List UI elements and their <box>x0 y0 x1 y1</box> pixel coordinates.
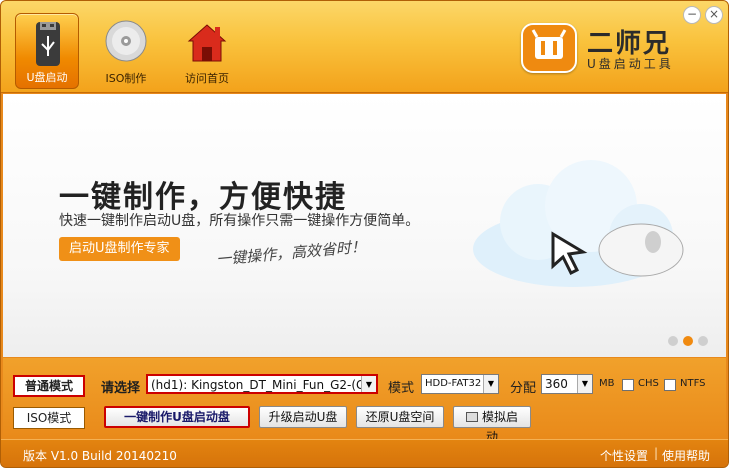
nav-homepage-label: 访问首页 <box>185 72 229 85</box>
upgrade-boot-button[interactable]: 升级启动U盘 <box>259 406 347 428</box>
cd-disc-icon <box>105 20 147 62</box>
partition-select[interactable]: 360 ▼ <box>541 374 593 394</box>
monitor-icon <box>465 412 478 422</box>
mode-select-value: HDD-FAT32 <box>425 378 482 389</box>
tab-iso-mode[interactable]: ISO模式 <box>13 407 85 429</box>
brand-subtitle: U盘启动工具 <box>587 57 674 71</box>
nav-iso[interactable]: ISO制作 <box>94 13 158 89</box>
nav-iso-label: ISO制作 <box>105 72 147 85</box>
partition-label: 分配 <box>510 381 537 396</box>
unit-label: MB <box>599 378 615 389</box>
chevron-down-icon: ▼ <box>483 375 498 393</box>
device-select-label: 请选择 <box>101 381 141 396</box>
top-toolbar: U盘启动 ISO制作 访问首页 二师兄 U盘启动工具 − × <box>1 1 728 93</box>
make-bootable-button[interactable]: 一键制作U盘启动盘 <box>104 406 250 428</box>
slide-dot-3[interactable] <box>698 336 708 346</box>
close-button[interactable]: × <box>705 6 723 24</box>
slide-dot-2[interactable] <box>683 336 693 346</box>
help-link[interactable]: 使用帮助 <box>662 447 710 464</box>
brand-logo-icon <box>521 23 577 73</box>
nav-usb-boot[interactable]: U盘启动 <box>15 13 79 89</box>
slide-dot-1[interactable] <box>668 336 678 346</box>
simulate-boot-button[interactable]: 模拟启动 <box>453 406 531 444</box>
partition-select-value: 360 <box>545 377 568 391</box>
home-icon <box>187 24 227 62</box>
main-window: U盘启动 ISO制作 访问首页 二师兄 U盘启动工具 − × 一键制作，方便快捷… <box>0 0 729 468</box>
banner-subline: 快速一键制作启动U盘，所有操作只需一键操作方便简单。 <box>59 213 420 229</box>
mode-label: 模式 <box>388 381 415 396</box>
chevron-down-icon: ▼ <box>361 376 376 392</box>
tab-normal-mode[interactable]: 普通模式 <box>13 375 85 397</box>
restore-space-button[interactable]: 还原U盘空间 <box>356 406 444 428</box>
device-select[interactable]: (hd1): Kingston_DT_Mini_Fun_G2-(G: ▼ <box>146 374 378 394</box>
version-text: 版本 V1.0 Build 20140210 <box>23 449 177 463</box>
banner-tag: 启动U盘制作专家 <box>59 237 180 261</box>
banner-slogan: 一键操作，高效省时！ <box>215 237 367 269</box>
mode-select[interactable]: HDD-FAT32 ▼ <box>421 374 499 394</box>
device-select-value: (hd1): Kingston_DT_Mini_Fun_G2-(G: <box>151 378 370 392</box>
ntfs-label: NTFS <box>680 378 706 389</box>
settings-link[interactable]: 个性设置 <box>600 447 648 464</box>
promo-banner: 一键制作，方便快捷 快速一键制作启动U盘，所有操作只需一键操作方便简单。 启动U… <box>3 94 726 357</box>
ntfs-checkbox[interactable] <box>664 379 676 391</box>
control-panel: 普通模式 ISO模式 请选择 (hd1): Kingston_DT_Mini_F… <box>3 358 726 444</box>
chs-checkbox[interactable] <box>622 379 634 391</box>
chs-label: CHS <box>638 378 659 389</box>
status-bar: 版本 V1.0 Build 20140210 个性设置 | 使用帮助 <box>1 439 728 467</box>
chevron-down-icon: ▼ <box>577 375 592 393</box>
nav-homepage[interactable]: 访问首页 <box>175 13 239 89</box>
status-separator: | <box>654 446 659 460</box>
cloud-mouse-illustration <box>473 160 684 287</box>
nav-usb-boot-label: U盘启动 <box>26 71 68 84</box>
minimize-button[interactable]: − <box>683 6 701 24</box>
usb-drive-icon <box>36 22 60 66</box>
